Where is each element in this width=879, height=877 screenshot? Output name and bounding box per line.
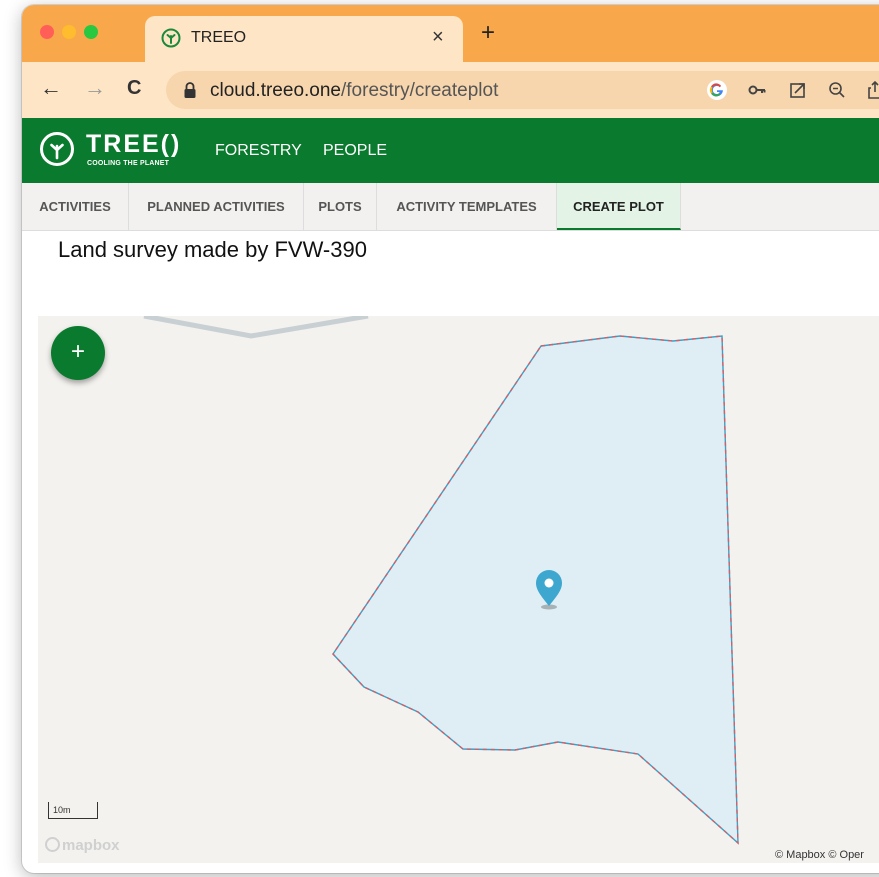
treeo-logo[interactable]: TREE() COOLING THE PLANET <box>40 130 200 172</box>
address-bar[interactable]: cloud.treeo.one/forestry/createplot <box>166 71 879 109</box>
reload-button[interactable]: C <box>127 75 141 101</box>
forward-button[interactable]: → <box>84 75 106 101</box>
plot-polygon[interactable] <box>332 335 739 845</box>
new-tab-button[interactable]: + <box>481 21 495 45</box>
browser-tab[interactable]: TREEO × <box>145 16 463 62</box>
treeo-logo-icon <box>161 28 181 48</box>
tab-title: TREEO <box>191 29 247 46</box>
share-icon[interactable] <box>864 79 879 101</box>
maximize-window-button[interactable] <box>84 25 98 39</box>
mapbox-wordmark: mapbox <box>62 837 120 854</box>
url-host: cloud.treeo.one <box>210 80 341 101</box>
back-button[interactable]: ← <box>40 75 62 101</box>
tab-activities[interactable]: ACTIVITIES <box>22 183 129 230</box>
mapbox-logo[interactable]: mapbox <box>45 837 120 854</box>
browser-toolbar: ← → C cloud.treeo.one/forestry/createplo… <box>22 62 879 118</box>
tab-activity-templates[interactable]: ACTIVITY TEMPLATES <box>377 183 557 230</box>
lock-icon <box>184 82 196 98</box>
app-header: TREE() COOLING THE PLANET FORESTRY PEOPL… <box>22 118 879 183</box>
mapbox-ring-icon <box>45 837 60 852</box>
sub-navigation: ACTIVITIES PLANNED ACTIVITIES PLOTS ACTI… <box>22 183 879 231</box>
map-attribution[interactable]: © Mapbox © Oper <box>775 849 864 861</box>
key-icon[interactable] <box>746 79 768 101</box>
tab-close-icon[interactable]: × <box>432 26 444 49</box>
browser-titlebar: TREEO × + <box>22 5 879 62</box>
logo-tree-icon <box>40 132 74 166</box>
tab-plots[interactable]: PLOTS <box>304 183 377 230</box>
map-scale-bar: 10m <box>48 802 98 819</box>
map-road <box>143 316 369 339</box>
tab-create-plot[interactable]: CREATE PLOT <box>557 183 681 230</box>
browser-window: TREEO × + ← → C cloud.treeo.one/forestry… <box>22 5 879 873</box>
google-icon[interactable] <box>706 79 728 101</box>
page-title: Land survey made by FVW-390 <box>58 237 367 262</box>
logo-tagline: COOLING THE PLANET <box>87 160 170 167</box>
map-view[interactable]: + 10m mapbox © Mapbox © Oper <box>38 316 879 863</box>
map-canvas[interactable] <box>38 316 879 863</box>
url-path: /forestry/createplot <box>341 80 499 101</box>
add-plot-button[interactable]: + <box>51 326 105 380</box>
nav-forestry[interactable]: FORESTRY <box>215 142 302 160</box>
open-external-icon[interactable] <box>787 79 809 101</box>
url-text[interactable]: cloud.treeo.one/forestry/createplot <box>210 80 498 102</box>
close-window-button[interactable] <box>40 25 54 39</box>
scale-label: 10m <box>53 805 71 815</box>
nav-people[interactable]: PEOPLE <box>323 142 387 160</box>
logo-wordmark: TREE() <box>86 130 182 158</box>
minimize-window-button[interactable] <box>62 25 76 39</box>
zoom-out-icon[interactable] <box>826 79 848 101</box>
tab-planned-activities[interactable]: PLANNED ACTIVITIES <box>129 183 304 230</box>
